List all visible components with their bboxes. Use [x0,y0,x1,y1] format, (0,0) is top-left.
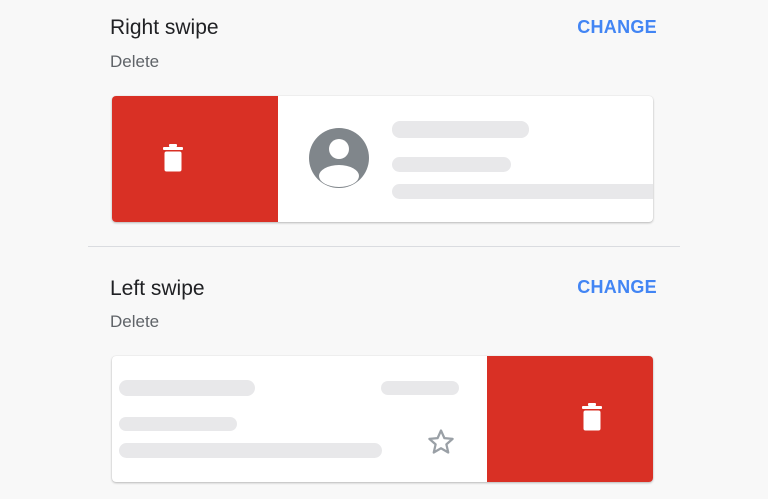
right-swipe-change-button[interactable]: CHANGE [577,17,657,38]
section-divider [88,246,680,247]
placeholder-line [392,157,511,172]
left-swipe-title: Left swipe [110,277,205,300]
placeholder-line [381,381,459,395]
right-swipe-action: Delete [110,52,160,71]
placeholder-line [119,443,382,458]
account-circle-icon [309,128,369,188]
right-swipe-title: Right swipe [110,16,219,39]
right-swipe-preview-card [112,96,653,222]
trash-icon [582,403,602,431]
star-outline-icon [428,429,454,454]
delete-swipe-background [112,96,278,222]
trash-icon [163,144,183,172]
placeholder-line [392,184,653,199]
left-swipe-change-button[interactable]: CHANGE [577,277,657,298]
delete-swipe-background [487,356,653,482]
placeholder-line [392,121,529,138]
left-swipe-preview-card [112,356,653,482]
left-swipe-action: Delete [110,312,160,331]
swipe-actions-settings: Right swipe Delete CHANGE Left swipe Del… [0,0,768,499]
placeholder-line [119,380,255,396]
placeholder-line [119,417,237,431]
